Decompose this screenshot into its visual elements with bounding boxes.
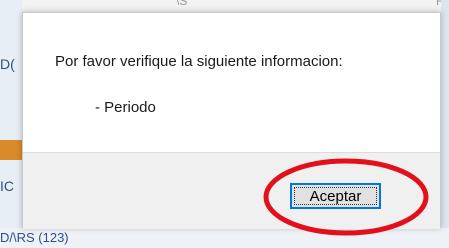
dialog-footer: Aceptar [23,152,440,229]
background-left-strip [0,0,22,248]
background-top-text: \S [176,0,188,8]
message-dialog: Por favor verifique la siguiente informa… [22,12,441,229]
background-left-text: IC [0,178,14,194]
background-orange-bar [0,140,22,160]
background-left-text: D( [0,56,15,72]
dialog-message-item: - Periodo [95,99,156,116]
screen: || \S R D( IC D/\RS (123) Por favor veri… [0,0,449,248]
background-top-bar [0,0,449,12]
accept-button-label: Aceptar [309,187,362,205]
background-right-strip [441,0,449,248]
accept-button[interactable]: Aceptar [290,183,381,209]
dialog-message: Por favor verifique la siguiente informa… [55,53,343,70]
background-bottom-text: D/\RS (123) [0,230,69,245]
dialog-body: Por favor verifique la siguiente informa… [23,13,440,152]
